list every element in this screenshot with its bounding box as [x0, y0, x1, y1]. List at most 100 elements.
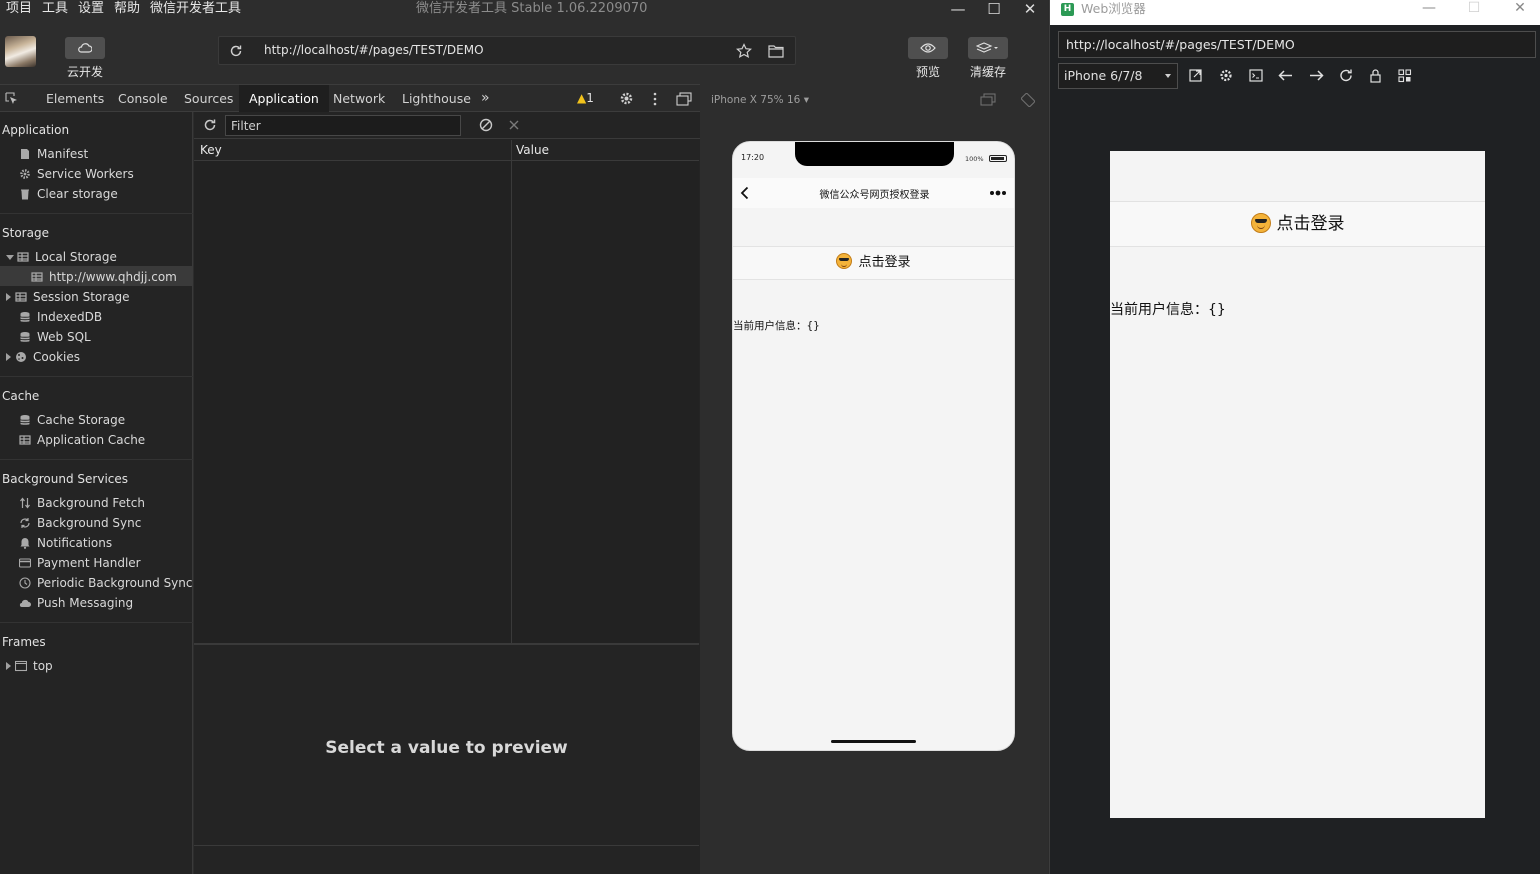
- settings-icon[interactable]: [1220, 69, 1232, 82]
- column-key[interactable]: Key: [200, 140, 222, 160]
- kebab-menu-icon[interactable]: [652, 92, 658, 106]
- avatar[interactable]: [5, 36, 36, 67]
- document-icon: [21, 149, 29, 159]
- tab-sources[interactable]: Sources: [184, 85, 233, 112]
- inspect-element-icon[interactable]: [5, 92, 18, 105]
- sync-icon: [20, 518, 30, 528]
- sidebar-item-background-sync[interactable]: Background Sync: [19, 513, 141, 533]
- close-button[interactable]: ✕: [1508, 0, 1532, 18]
- login-button-label: 点击登录: [1276, 214, 1345, 234]
- popout-icon[interactable]: [980, 93, 996, 107]
- sidebar-item-payment-handler[interactable]: Payment Handler: [19, 553, 141, 573]
- user-info-text: 当前用户信息：{}: [1110, 302, 1226, 318]
- menu-tools[interactable]: 工具: [42, 0, 68, 18]
- sidebar-item-indexeddb[interactable]: IndexedDB: [19, 307, 102, 327]
- device-select[interactable]: iPhone 6/7/8: [1058, 63, 1178, 89]
- minimize-button[interactable]: —: [946, 0, 970, 18]
- sidebar-item-notifications[interactable]: Notifications: [19, 533, 112, 553]
- cookie-icon: [16, 352, 26, 362]
- menu-settings[interactable]: 设置: [78, 0, 104, 18]
- sidebar-item-session-storage[interactable]: Session Storage: [6, 287, 130, 307]
- maximize-button[interactable]: ☐: [982, 0, 1006, 18]
- login-button[interactable]: 点击登录: [733, 246, 1014, 280]
- sidebar-item-cache-storage[interactable]: Cache Storage: [19, 410, 125, 430]
- sidebar-item-origin[interactable]: http://www.qhdjj.com: [31, 267, 177, 287]
- folder-icon[interactable]: [768, 44, 784, 58]
- sidebar-item-label: Session Storage: [33, 290, 130, 304]
- grid-icon: [31, 272, 43, 282]
- tab-network[interactable]: Network: [333, 85, 385, 112]
- sidebar-item-service-workers[interactable]: Service Workers: [19, 164, 134, 184]
- lock-icon[interactable]: [1370, 69, 1381, 83]
- sidebar-item-application-cache[interactable]: Application Cache: [19, 430, 145, 450]
- clear-cache-button[interactable]: [968, 37, 1008, 59]
- web-browser-window: H Web浏览器 — ☐ ✕ http://localhost/#/pages/…: [1049, 0, 1540, 874]
- cloud-dev-button[interactable]: [65, 37, 105, 59]
- undock-icon[interactable]: [676, 92, 692, 106]
- star-icon[interactable]: [736, 43, 752, 59]
- sidebar-item-background-fetch[interactable]: Background Fetch: [19, 493, 145, 513]
- tab-console[interactable]: Console: [118, 85, 168, 112]
- open-external-icon[interactable]: [1189, 69, 1202, 82]
- warning-icon: ▲: [577, 91, 587, 105]
- gear-icon[interactable]: [619, 91, 634, 106]
- cloud-icon: [78, 43, 92, 53]
- sidebar-item-periodic-background-sync[interactable]: Periodic Background Sync: [19, 573, 193, 593]
- browser-url-input[interactable]: http://localhost/#/pages/TEST/DEMO: [1058, 31, 1536, 58]
- hbuilder-logo-icon: H: [1061, 3, 1074, 16]
- login-button[interactable]: 点击登录: [1110, 201, 1485, 247]
- console-icon[interactable]: [1249, 69, 1263, 82]
- clock-icon: [19, 577, 31, 589]
- phone-notch: [795, 142, 954, 166]
- expand-arrow-icon[interactable]: [6, 255, 14, 260]
- preview-button[interactable]: [908, 37, 948, 59]
- more-dots-icon[interactable]: [989, 190, 1007, 196]
- tab-elements[interactable]: Elements: [46, 85, 104, 112]
- rotate-icon[interactable]: [1021, 93, 1035, 107]
- sidebar-item-frame-top[interactable]: top: [6, 656, 53, 676]
- column-divider[interactable]: [511, 140, 512, 645]
- tab-application[interactable]: Application: [239, 85, 329, 112]
- storage-table-body[interactable]: [194, 161, 699, 645]
- expand-arrow-icon[interactable]: [6, 293, 11, 301]
- close-button[interactable]: ✕: [1018, 0, 1042, 18]
- phone-simulator[interactable]: 17:20 100% 微信公众号网页授权登录 点击登录 当前用户信息：{}: [732, 141, 1015, 751]
- refresh-icon[interactable]: [229, 44, 243, 58]
- sunglasses-emoji-icon: [836, 253, 853, 269]
- clear-cache-label: 清缓存: [969, 65, 1006, 79]
- menu-project[interactable]: 项目: [6, 0, 32, 18]
- sidebar-item-push-messaging[interactable]: Push Messaging: [19, 593, 133, 613]
- back-arrow-icon[interactable]: [1278, 70, 1293, 81]
- device-selector[interactable]: iPhone X 75% 16 ▾: [711, 84, 809, 116]
- grid-icon: [19, 435, 31, 445]
- refresh-icon[interactable]: [203, 118, 217, 132]
- sidebar-item-label: Web SQL: [37, 330, 91, 344]
- url-bar[interactable]: http://localhost/#/pages/TEST/DEMO: [218, 36, 796, 65]
- sidebar-item-cookies[interactable]: Cookies: [6, 347, 80, 367]
- sidebar-item-manifest[interactable]: Manifest: [19, 144, 88, 164]
- expand-arrow-icon[interactable]: [6, 662, 11, 670]
- gear-icon: [20, 169, 30, 179]
- qr-code-icon[interactable]: [1398, 69, 1412, 83]
- minimize-button[interactable]: —: [1417, 0, 1441, 18]
- clear-all-icon[interactable]: [479, 118, 493, 132]
- sidebar-item-web-sql[interactable]: Web SQL: [19, 327, 91, 347]
- reload-icon[interactable]: [1340, 69, 1352, 82]
- sidebar-item-clear-storage[interactable]: Clear storage: [19, 184, 118, 204]
- delete-selected-icon[interactable]: [508, 119, 520, 131]
- device-selector-label: iPhone X 75% 16: [711, 94, 801, 106]
- menu-wechat-devtools[interactable]: 微信开发者工具: [150, 0, 241, 18]
- filter-input[interactable]: [225, 115, 461, 136]
- more-tabs-icon[interactable]: »: [481, 85, 490, 112]
- forward-arrow-icon[interactable]: [1310, 70, 1324, 81]
- browser-viewport[interactable]: 点击登录 当前用户信息：{}: [1110, 151, 1485, 818]
- warning-counter[interactable]: ▲1: [577, 85, 594, 112]
- maximize-button[interactable]: ☐: [1462, 0, 1486, 18]
- column-value[interactable]: Value: [516, 140, 549, 160]
- tab-lighthouse[interactable]: Lighthouse: [402, 85, 471, 112]
- device-select-value: iPhone 6/7/8: [1064, 68, 1143, 83]
- sidebar-item-label: Clear storage: [37, 187, 118, 201]
- sidebar-item-local-storage[interactable]: Local Storage: [6, 247, 117, 267]
- expand-arrow-icon[interactable]: [6, 353, 11, 361]
- menu-help[interactable]: 帮助: [114, 0, 140, 18]
